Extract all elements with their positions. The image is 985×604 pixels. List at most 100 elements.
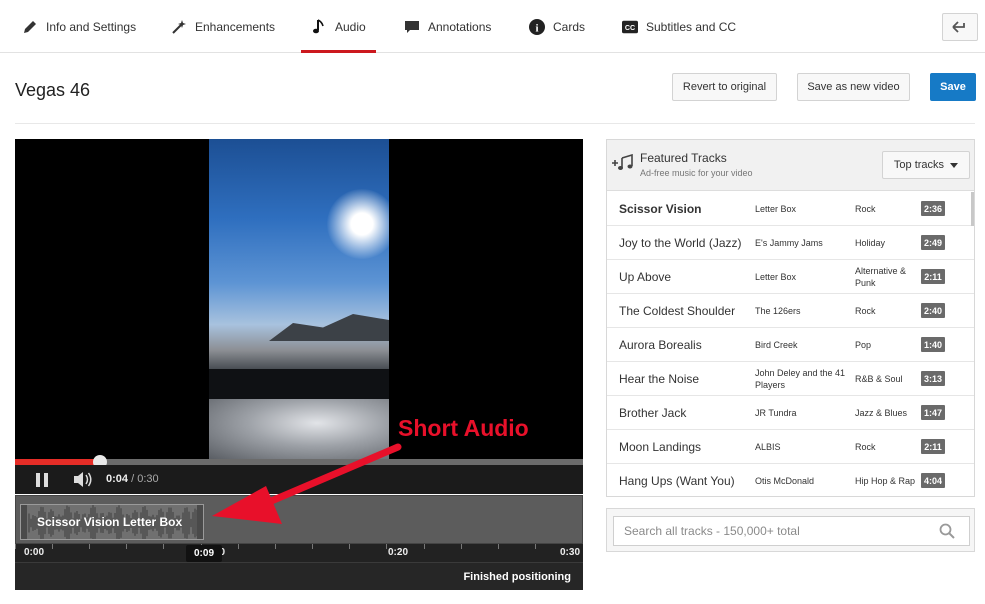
- track-artist: Letter Box: [755, 204, 797, 214]
- top-nav: Info and Settings Enhancements Audio Ann…: [0, 0, 985, 53]
- clip-start-handle[interactable]: [21, 505, 27, 539]
- track-name: Scissor Vision: [619, 202, 702, 216]
- status-text: Finished positioning: [463, 571, 571, 583]
- tab-annotations[interactable]: Annotations: [404, 0, 491, 53]
- tab-audio[interactable]: Audio: [301, 0, 376, 53]
- track-genre: Rock: [855, 306, 876, 316]
- track-row[interactable]: Brother Jack JR Tundra Jazz & Blues 1:47: [607, 396, 974, 430]
- search-container: [606, 508, 975, 552]
- track-duration: 4:04: [921, 473, 945, 488]
- panel-header: Featured Tracks Ad-free music for your v…: [607, 140, 974, 191]
- search-icon[interactable]: [939, 523, 955, 539]
- track-artist: Bird Creek: [755, 340, 798, 350]
- audio-clip[interactable]: Scissor Vision Letter Box: [20, 504, 204, 540]
- track-duration: 2:40: [921, 303, 945, 318]
- sort-dropdown[interactable]: Top tracks: [882, 151, 970, 179]
- save-button[interactable]: Save: [930, 73, 976, 101]
- page-title: Vegas 46: [15, 80, 91, 100]
- info-glyph: i: [535, 22, 538, 34]
- annotation-label: Short Audio: [398, 415, 529, 441]
- tab-subtitles-cc[interactable]: CC Subtitles and CC: [622, 0, 736, 53]
- sun-glare: [327, 189, 389, 259]
- track-name: Brother Jack: [619, 406, 687, 420]
- tick-label: 0:30: [560, 547, 581, 558]
- position-marker[interactable]: 0:09: [186, 545, 222, 562]
- add-music-icon: [612, 154, 633, 170]
- track-genre: Rock: [855, 442, 876, 452]
- track-artist: John Deley and the 41 Players: [755, 368, 846, 390]
- track-genre: Pop: [855, 340, 872, 350]
- track-artist: The 126ers: [755, 306, 801, 316]
- timeline-status-bar: Finished positioning: [15, 562, 583, 590]
- back-button[interactable]: [942, 13, 978, 41]
- track-list: Scissor Vision Letter Box Rock 2:36 Joy to t…: [607, 192, 974, 497]
- pause-icon[interactable]: [35, 473, 49, 487]
- tab-label: Info and Settings: [46, 19, 137, 34]
- track-artist: Otis McDonald: [755, 476, 815, 486]
- track-name: Up Above: [619, 270, 672, 284]
- track-list-scrollbar[interactable]: [971, 192, 974, 226]
- track-name: Moon Landings: [619, 440, 702, 454]
- revert-to-original-button[interactable]: Revert to original: [672, 73, 777, 101]
- featured-tracks-panel: Featured Tracks Ad-free music for your v…: [606, 139, 975, 497]
- track-row[interactable]: Aurora Borealis Bird Creek Pop 1:40: [607, 328, 974, 362]
- audio-clip-label: Scissor Vision Letter Box: [37, 515, 183, 529]
- track-duration: 1:47: [921, 405, 945, 420]
- track-duration: 1:40: [921, 337, 945, 352]
- track-duration: 2:11: [921, 269, 945, 284]
- track-row[interactable]: Moon Landings ALBIS Rock 2:11: [607, 430, 974, 464]
- panel-subtitle: Ad-free music for your video: [640, 168, 753, 178]
- track-duration: 3:13: [921, 371, 945, 386]
- pencil-icon: [22, 19, 38, 35]
- music-note-icon: [311, 18, 327, 35]
- time-separator: /: [128, 473, 138, 485]
- track-name: The Coldest Shoulder: [619, 304, 736, 318]
- track-genre: Holiday: [855, 238, 886, 248]
- save-as-new-video-button[interactable]: Save as new video: [797, 73, 910, 101]
- tab-label: Cards: [553, 19, 586, 34]
- clip-end-handle[interactable]: [197, 505, 203, 539]
- time-ruler[interactable]: 0:00 0:10 0:20 0:30: [15, 544, 583, 562]
- total-time: 0:30: [137, 473, 159, 485]
- track-name: Aurora Borealis: [619, 338, 702, 352]
- video-frame: [209, 139, 389, 459]
- track-name: Hang Ups (Want You): [619, 474, 735, 488]
- track-duration: 2:11: [921, 439, 945, 454]
- track-artist: JR Tundra: [755, 408, 797, 418]
- volume-icon[interactable]: [73, 471, 95, 488]
- car-dashboard: [209, 369, 389, 399]
- track-row[interactable]: Scissor Vision Letter Box Rock 2:36: [607, 192, 974, 226]
- track-duration: 2:49: [921, 235, 945, 250]
- tab-info-settings[interactable]: Info and Settings: [22, 0, 136, 53]
- tab-enhancements[interactable]: Enhancements: [171, 0, 275, 53]
- track-genre: Alternative & Punk: [855, 266, 907, 288]
- track-name: Joy to the World (Jazz): [619, 236, 742, 250]
- divider: [15, 123, 975, 124]
- closed-captions-icon: CC: [622, 19, 638, 35]
- track-duration: 2:36: [921, 201, 945, 216]
- tick-label: 0:00: [24, 547, 45, 558]
- track-name: Hear the Noise: [619, 372, 700, 386]
- current-time: 0:04: [106, 473, 129, 485]
- track-row[interactable]: The Coldest Shoulder The 126ers Rock 2:40: [607, 294, 974, 328]
- search-input[interactable]: [613, 516, 970, 546]
- track-row[interactable]: Hang Ups (Want You) Otis McDonald Hip Hop …: [607, 464, 974, 497]
- tab-label: Subtitles and CC: [646, 19, 737, 34]
- audio-timeline: Scissor Vision Letter Box 0:00 0:10 0:20…: [15, 495, 583, 590]
- panel-title: Featured Tracks: [640, 151, 727, 165]
- track-artist: E's Jammy Jams: [755, 238, 823, 248]
- track-row[interactable]: Hear the Noise John Deley and the 41 Play…: [607, 362, 974, 396]
- track-genre: Hip Hop & Rap: [855, 476, 916, 486]
- player-controls: 0:04 / 0:30: [15, 465, 583, 494]
- tab-label: Enhancements: [195, 19, 276, 34]
- tab-cards[interactable]: i Cards: [529, 0, 585, 53]
- car-hood: [209, 399, 389, 459]
- track-row[interactable]: Up Above Letter Box Alternative & Punk 2:11: [607, 260, 974, 294]
- info-circle-icon: i: [529, 18, 545, 35]
- tab-label: Audio: [335, 19, 366, 34]
- track-artist: ALBIS: [755, 442, 781, 452]
- magic-wand-icon: [171, 19, 187, 35]
- track-row[interactable]: Joy to the World (Jazz) E's Jammy Jams Hol…: [607, 226, 974, 260]
- mountains: [269, 314, 389, 341]
- back-arrow-icon: [952, 21, 965, 33]
